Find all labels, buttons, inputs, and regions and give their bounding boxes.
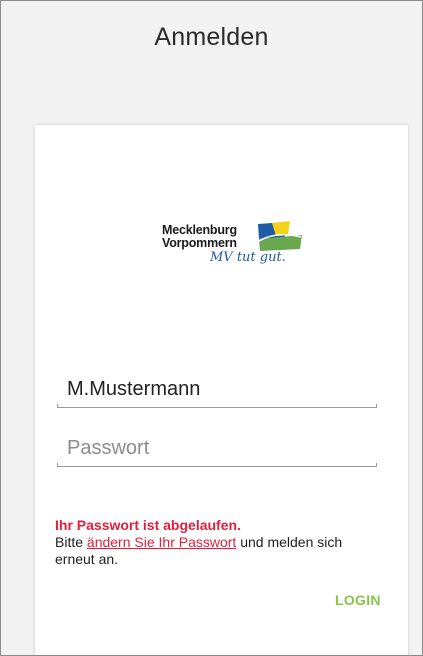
username-field[interactable] bbox=[57, 374, 377, 408]
logo-line2: Vorpommern bbox=[162, 236, 237, 250]
page-frame: Anmelden Mecklenburg Vorpommern MV tut g… bbox=[0, 0, 423, 656]
login-card: Mecklenburg Vorpommern MV tut gut. Ihr P… bbox=[35, 125, 408, 655]
password-input[interactable] bbox=[57, 433, 377, 463]
mv-logo: Mecklenburg Vorpommern MV tut gut. bbox=[160, 217, 310, 283]
login-button[interactable]: LOGIN bbox=[335, 592, 381, 608]
error-message: Ihr Passwort ist abgelaufen. Bitte änder… bbox=[55, 517, 385, 568]
mv-flag-icon bbox=[258, 221, 302, 251]
username-input[interactable] bbox=[57, 374, 377, 404]
username-underline bbox=[57, 404, 377, 408]
password-field[interactable] bbox=[57, 433, 377, 467]
page-title: Anmelden bbox=[154, 23, 269, 51]
logo-slogan: MV tut gut. bbox=[210, 250, 286, 265]
logo-line1: Mecklenburg bbox=[162, 223, 237, 237]
error-title: Ihr Passwort ist abgelaufen. bbox=[55, 517, 241, 533]
change-password-link[interactable]: ändern Sie Ihr Passwort bbox=[87, 534, 236, 550]
error-text-before: Bitte bbox=[55, 534, 87, 550]
password-underline bbox=[57, 463, 377, 467]
